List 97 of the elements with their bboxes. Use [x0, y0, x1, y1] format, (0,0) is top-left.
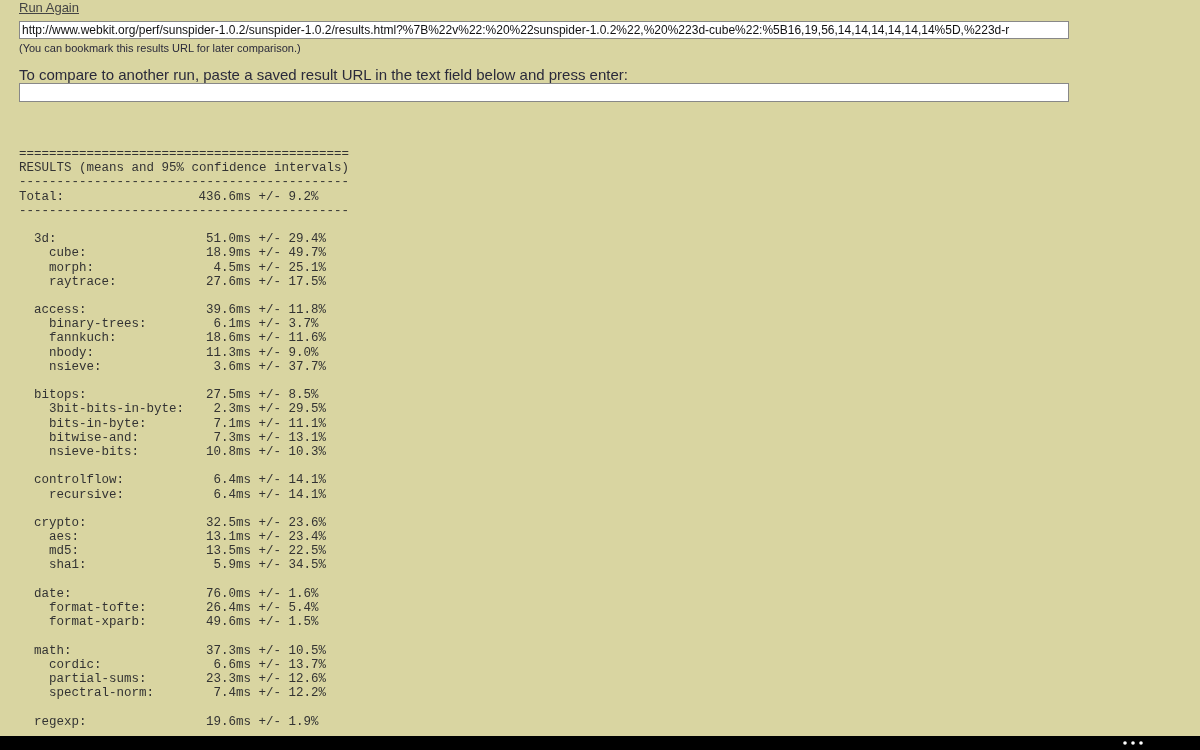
compare-url-field[interactable] [19, 83, 1069, 102]
benchmark-name: nbody: [49, 345, 95, 360]
benchmark-name: bitwise-and: [49, 430, 140, 445]
results-heading: RESULTS (means and 95% confidence intervals) [19, 161, 350, 176]
benchmark-error: +/- 8.5% [258, 388, 319, 403]
total-label: Total: [19, 189, 65, 204]
benchmark-time: 49.6ms [206, 615, 251, 630]
benchmark-name: sha1: [49, 558, 88, 573]
total-time: 436.6ms [198, 189, 251, 204]
benchmark-error: +/- 11.8% [258, 303, 326, 318]
benchmark-name: raytrace: [49, 274, 118, 289]
benchmark-time: 37.3ms [206, 643, 251, 658]
benchmark-time: 6.1ms [213, 317, 251, 332]
benchmark-error: +/- 17.5% [258, 274, 326, 289]
benchmark-name: crypto: [34, 515, 88, 531]
more-icon[interactable] [1123, 741, 1143, 745]
benchmark-error: +/- 29.5% [258, 402, 326, 417]
benchmark-time: 11.3ms [206, 345, 251, 360]
benchmark-error: +/- 10.3% [258, 444, 326, 460]
benchmark-time: 27.6ms [206, 274, 251, 289]
benchmark-time: 27.5ms [206, 388, 251, 403]
benchmark-name: morph: [49, 260, 95, 275]
benchmark-name: bits-in-byte: [49, 416, 148, 431]
benchmark-time: 39.6ms [206, 303, 251, 318]
benchmark-error: +/- 29.4% [258, 232, 326, 247]
benchmark-error: +/- 25.1% [258, 260, 326, 275]
benchmark-error: +/- 14.1% [258, 487, 326, 502]
results-url-field[interactable]: http://www.webkit.org/perf/sunspider-1.0.2/sunspider-1.0.2/results.html?%7B%22v%22:%20%22sunspider-1.0.2%22,%20%223d-cube%22:%5B16,19,56,14,14,14,14,14,14%5D,%223d-r [19, 21, 1069, 39]
benchmark-name: nsieve: [49, 359, 103, 374]
benchmark-error: +/- 13.7% [258, 657, 326, 672]
run-again-link[interactable]: Run Again [19, 0, 79, 16]
benchmark-error: +/- 23.4% [258, 530, 326, 545]
benchmark-error: +/- 12.2% [258, 686, 326, 701]
benchmark-error: +/- 11.6% [258, 331, 326, 346]
benchmark-error: +/- 22.5% [258, 544, 326, 559]
benchmark-error: +/- 14.1% [258, 473, 326, 488]
benchmark-time: 4.5ms [213, 260, 251, 275]
benchmark-name: nsieve-bits: [49, 444, 140, 460]
benchmark-name: md5: [49, 544, 80, 559]
benchmark-time: 76.0ms [206, 586, 251, 601]
benchmark-time: 19.6ms [206, 714, 251, 729]
benchmark-time: 6.4ms [213, 473, 251, 488]
benchmark-name: cube: [49, 246, 88, 261]
benchmark-name: bitops: [34, 388, 88, 403]
benchmark-time: 26.4ms [206, 601, 251, 616]
benchmark-error: +/- 1.6% [258, 586, 319, 601]
benchmark-error: +/- 12.6% [258, 671, 326, 687]
benchmark-time: 6.6ms [213, 657, 251, 672]
benchmark-time: 10.8ms [206, 444, 251, 460]
benchmark-name: partial-sums: [49, 671, 148, 687]
benchmark-name: cordic: [49, 657, 103, 672]
benchmark-name: access: [34, 303, 88, 318]
benchmark-name: controlflow: [34, 473, 125, 488]
rule-text: -------------------------------------------- [19, 175, 350, 190]
compare-prompt: To compare to another run, paste a saved result URL in the text field below and press enter: [19, 66, 628, 83]
benchmark-error: +/- 1.9% [258, 714, 319, 729]
benchmark-error: +/- 3.7% [258, 317, 319, 332]
benchmark-time: 18.6ms [206, 331, 251, 346]
benchmark-time: 7.3ms [213, 430, 251, 445]
benchmark-time: 7.1ms [213, 416, 251, 431]
benchmark-time: 32.5ms [206, 515, 251, 531]
benchmark-name: 3d: [34, 232, 58, 247]
benchmark-name: regexp: [34, 714, 88, 729]
benchmark-error: +/- 49.7% [258, 246, 326, 261]
benchmark-name: date: [34, 586, 73, 601]
benchmark-error: +/- 37.7% [258, 359, 326, 374]
benchmark-time: 7.4ms [213, 686, 251, 701]
benchmark-error: +/- 11.1% [258, 416, 326, 431]
benchmark-name: recursive: [49, 487, 125, 502]
benchmark-error: +/- 5.4% [258, 601, 319, 616]
benchmark-time: 5.9ms [213, 558, 251, 573]
benchmark-name: spectral-norm: [49, 686, 156, 701]
benchmark-name: 3bit-bits-in-byte: [49, 402, 186, 417]
benchmark-time: 13.5ms [206, 544, 251, 559]
benchmark-error: +/- 9.0% [258, 345, 319, 360]
benchmark-error: +/- 10.5% [258, 643, 326, 658]
benchmark-error: +/- 23.6% [258, 515, 326, 531]
benchmark-error: +/- 13.1% [258, 430, 326, 445]
benchmark-time: 6.4ms [213, 487, 251, 502]
benchmark-time: 13.1ms [206, 530, 251, 545]
total-error: +/- 9.2% [258, 189, 319, 204]
rule-text: ============================================ [19, 147, 350, 162]
benchmark-name: format-xparb: [49, 615, 148, 630]
benchmark-name: aes: [49, 530, 80, 545]
benchmark-time: 3.6ms [213, 359, 251, 374]
rule-text: -------------------------------------------- [19, 203, 350, 218]
benchmark-time: 18.9ms [206, 246, 251, 261]
benchmark-name: math: [34, 643, 73, 658]
benchmark-time: 51.0ms [206, 232, 251, 247]
benchmark-name: binary-trees: [49, 317, 148, 332]
bookmark-note: (You can bookmark this results URL for later comparison.) [19, 41, 301, 55]
benchmark-error: +/- 1.5% [258, 615, 319, 630]
benchmark-time: 2.3ms [213, 402, 251, 417]
benchmark-time: 23.3ms [206, 671, 251, 687]
benchmark-name: format-tofte: [49, 601, 148, 616]
benchmark-name: fannkuch: [49, 331, 118, 346]
benchmark-error: +/- 34.5% [258, 558, 326, 573]
